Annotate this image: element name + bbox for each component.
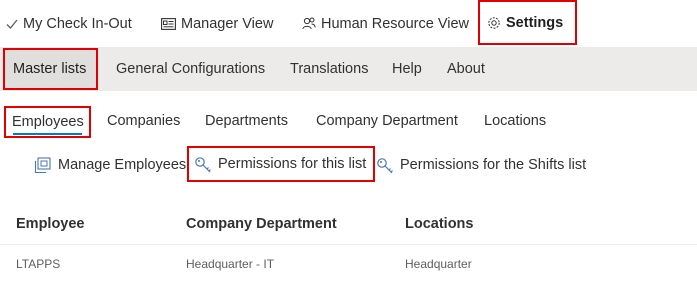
column-header-employee[interactable]: Employee: [16, 204, 85, 244]
subnav-general-configurations[interactable]: General Configurations: [116, 47, 265, 91]
permissions-for-shifts-list-button[interactable]: Permissions for the Shifts list: [376, 146, 586, 184]
table-row[interactable]: LTAPPS Headquarter - IT Headquarter: [0, 245, 697, 283]
nav-manager-view[interactable]: Manager View: [161, 0, 273, 47]
subnav-label: Master lists: [13, 61, 87, 77]
nav-label: Settings: [506, 14, 564, 31]
column-header-label: Employee: [16, 216, 85, 232]
tab-locations[interactable]: Locations: [484, 100, 546, 142]
command-bar: Manage Employees Permissions for this li…: [0, 146, 697, 184]
nav-label: Human Resource View: [321, 15, 470, 32]
subnav-label: General Configurations: [116, 61, 266, 77]
tab-employees[interactable]: Employees: [4, 106, 91, 138]
subnav-label: Translations: [290, 61, 369, 77]
manage-employees-button[interactable]: Manage Employees: [34, 146, 186, 184]
manage-list-icon: [34, 156, 52, 174]
cell-employee: LTAPPS: [16, 257, 61, 271]
tab-departments[interactable]: Departments: [205, 100, 288, 142]
nav-label: Manager View: [181, 15, 274, 32]
tab-company-department[interactable]: Company Department: [316, 100, 458, 142]
top-navigation: My Check In-Out Manager View Human Resou…: [0, 0, 697, 47]
nav-label: My Check In-Out: [23, 15, 132, 32]
tab-label: Companies: [107, 113, 181, 129]
table-header: Employee Company Department Locations: [0, 204, 697, 245]
list-tabs: Employees Companies Departments Company …: [0, 100, 697, 142]
command-label: Permissions for this list: [218, 156, 367, 172]
column-header-locations[interactable]: Locations: [405, 204, 473, 244]
key-icon: [376, 157, 394, 174]
id-card-icon: [161, 17, 176, 30]
subnav-master-lists[interactable]: Master lists: [2, 48, 99, 90]
tab-companies[interactable]: Companies: [107, 100, 180, 142]
nav-human-resource-view[interactable]: Human Resource View: [302, 0, 469, 47]
checkmark-icon: [6, 18, 18, 30]
tab-label: Departments: [205, 113, 289, 129]
permissions-for-this-list-button[interactable]: Permissions for this list: [186, 146, 376, 182]
tab-label: Employees: [12, 114, 84, 130]
cell-company-department: Headquarter - IT: [186, 257, 275, 271]
nav-my-check-in-out[interactable]: My Check In-Out: [6, 0, 132, 47]
command-label: Permissions for the Shifts list: [400, 157, 587, 173]
column-header-label: Locations: [405, 216, 474, 232]
subnav-translations[interactable]: Translations: [290, 47, 368, 91]
key-icon: [194, 156, 212, 173]
subnav-help[interactable]: Help: [392, 47, 422, 91]
settings-subnav: Master lists General Configurations Tran…: [0, 47, 697, 91]
gear-icon: [487, 16, 501, 30]
people-icon: [302, 17, 316, 30]
column-header-label: Company Department: [186, 216, 337, 232]
tab-label: Company Department: [316, 113, 458, 129]
column-header-company-department[interactable]: Company Department: [186, 204, 337, 244]
subnav-about[interactable]: About: [447, 47, 485, 91]
selected-tab-underline: [13, 133, 82, 135]
nav-settings[interactable]: Settings: [477, 0, 578, 45]
command-label: Manage Employees: [58, 157, 187, 173]
cell-locations: Headquarter: [405, 257, 472, 271]
subnav-label: About: [447, 61, 485, 77]
subnav-label: Help: [392, 61, 422, 77]
tab-label: Locations: [484, 113, 547, 129]
